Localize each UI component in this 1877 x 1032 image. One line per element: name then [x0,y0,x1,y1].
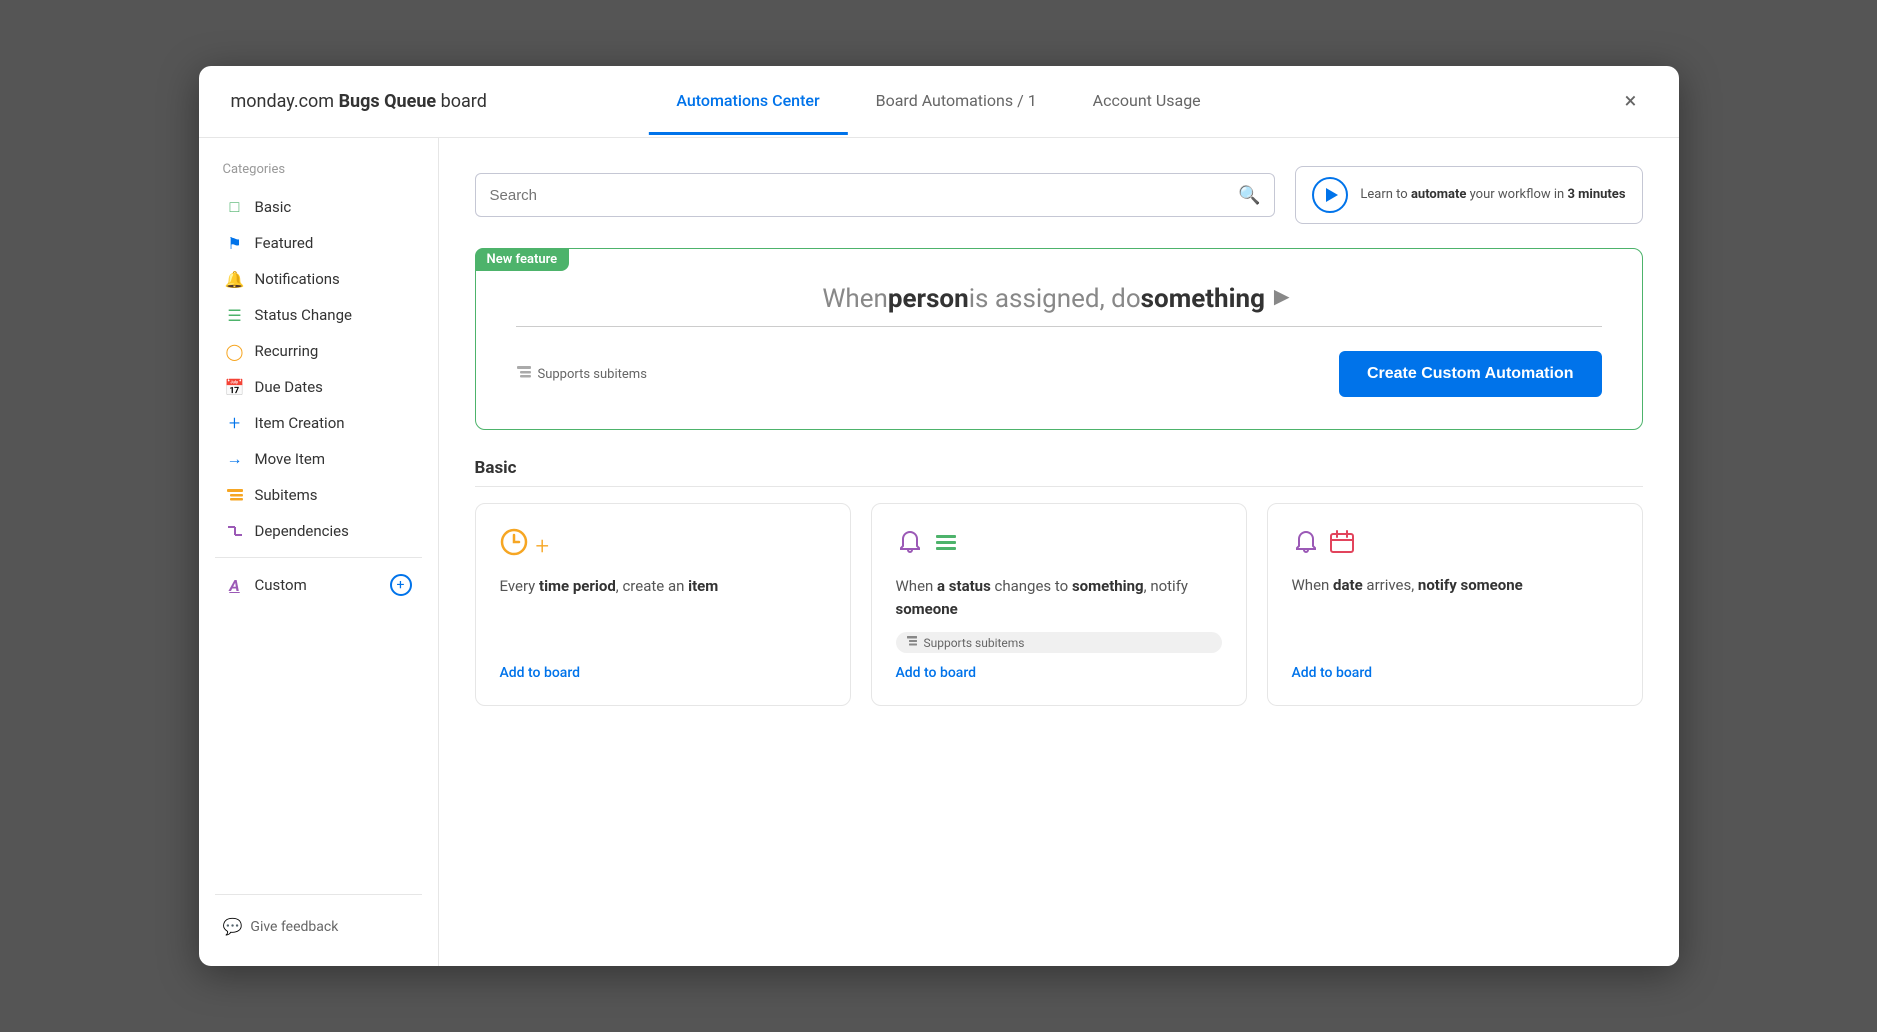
add-custom-button[interactable]: + [390,574,412,596]
search-input[interactable] [490,187,1238,204]
close-button[interactable]: × [1615,86,1647,118]
custom-automation-card: New feature When person is assigned, do … [475,248,1643,430]
sidebar-label-subitems: Subitems [255,486,318,504]
cursor-icon: ► [1269,281,1295,312]
underline-a-icon: A [225,575,245,595]
dependencies-icon [225,521,245,541]
plus-icon: + [536,532,550,560]
custom-card-body: When person is assigned, do something ► [516,281,1602,397]
sidebar-item-dependencies[interactable]: Dependencies [215,513,422,549]
sidebar-item-status-change[interactable]: ☰ Status Change [215,297,422,333]
card-3-text: When date arrives, notify someone [1292,574,1618,597]
tab-account-usage[interactable]: Account Usage [1065,69,1229,135]
sidebar-label-basic: Basic [255,198,292,216]
card-2-text: When a status changes to something, noti… [896,575,1222,620]
sidebar-item-notifications[interactable]: 🔔 Notifications [215,261,422,297]
bell-icon-3 [1292,528,1320,562]
search-box[interactable]: 🔍 [475,173,1276,217]
bell-icon: 🔔 [225,269,245,289]
bookmark-icon: ⚑ [225,233,245,253]
card-3-icons [1292,528,1618,562]
cube-icon: □ [225,197,245,217]
create-custom-automation-button[interactable]: Create Custom Automation [1339,351,1602,397]
sidebar-item-due-dates[interactable]: 📅 Due Dates [215,369,422,405]
automation-card-3[interactable]: When date arrives, notify someone Add to… [1267,503,1643,706]
tab-board-automations[interactable]: Board Automations / 1 [848,69,1065,135]
sidebar-item-item-creation[interactable]: + Item Creation [215,405,422,441]
custom-automation-sentence: When person is assigned, do something ► [516,281,1602,327]
calendar-icon-3 [1328,528,1356,562]
sidebar-label-notifications: Notifications [255,270,340,288]
sidebar-item-basic[interactable]: □ Basic [215,189,422,225]
sidebar-label-item-creation: Item Creation [255,414,345,432]
video-card[interactable]: Learn to automate your workflow in 3 min… [1295,166,1642,224]
sidebar-item-custom[interactable]: A Custom + [215,566,422,604]
automation-card-1[interactable]: + Every time period, create an item Add … [475,503,851,706]
window-title: monday.com Bugs Queue board [231,91,487,112]
give-feedback-button[interactable]: 💬 Give feedback [215,911,422,942]
card-2-tag: Supports subitems [896,632,1222,653]
plus-icon: + [225,413,245,433]
automation-card-2[interactable]: When a status changes to something, noti… [871,503,1247,706]
subitems-indicator-icon [516,364,532,384]
sidebar-item-recurring[interactable]: ◯ Recurring [215,333,422,369]
arrow-right-icon: → [225,449,245,469]
play-icon [1326,188,1338,202]
subitems-icon [225,485,245,505]
tab-automations-center[interactable]: Automations Center [648,69,847,135]
sidebar-item-subitems[interactable]: Subitems [215,477,422,513]
list-icon: ☰ [225,305,245,325]
sidebar-label-dependencies: Dependencies [255,522,349,540]
supports-subitems-label: Supports subitems [516,364,647,384]
subitems-icon-small [906,635,918,650]
card-2-icons [896,528,1222,563]
main-content: 🔍 Learn to automate your workflow in 3 m… [439,138,1679,966]
speech-bubble-icon: 💬 [223,917,243,936]
basic-section-heading: Basic [475,458,1643,487]
sidebar-item-move-item[interactable]: → Move Item [215,441,422,477]
automation-cards-grid: + Every time period, create an item Add … [475,503,1643,706]
video-text: Learn to automate your workflow in 3 min… [1360,185,1625,205]
top-bar: 🔍 Learn to automate your workflow in 3 m… [475,166,1643,224]
list-icon [932,528,960,563]
custom-card-footer: Supports subitems Create Custom Automati… [516,351,1602,397]
play-button[interactable] [1312,177,1348,213]
sidebar-label-custom: Custom [255,576,307,594]
header: monday.com Bugs Queue board Automations … [199,66,1679,138]
sidebar-label-recurring: Recurring [255,342,319,360]
main-window: monday.com Bugs Queue board Automations … [199,66,1679,966]
add-to-board-3[interactable]: Add to board [1292,665,1618,681]
header-tabs: Automations Center Board Automations / 1… [648,69,1228,135]
new-feature-badge: New feature [475,248,570,271]
clock-icon [500,528,528,563]
calendar-icon: 📅 [225,377,245,397]
sidebar-footer: 💬 Give feedback [215,894,422,942]
sidebar-label-due-dates: Due Dates [255,378,323,396]
add-to-board-1[interactable]: Add to board [500,665,826,681]
body: Categories □ Basic ⚑ Featured 🔔 Notifica… [199,138,1679,966]
card-1-text: Every time period, create an item [500,575,826,598]
search-icon: 🔍 [1238,185,1260,206]
bell-icon [896,528,924,563]
sidebar-label-featured: Featured [255,234,314,252]
sidebar-item-featured[interactable]: ⚑ Featured [215,225,422,261]
give-feedback-label: Give feedback [250,919,338,935]
sidebar-label-move-item: Move Item [255,450,325,468]
sidebar-label-status-change: Status Change [255,306,352,324]
add-to-board-2[interactable]: Add to board [896,665,1222,681]
sidebar-divider [215,557,422,558]
clock-icon: ◯ [225,341,245,361]
sidebar: Categories □ Basic ⚑ Featured 🔔 Notifica… [199,138,439,966]
categories-label: Categories [215,162,422,177]
card-1-icons: + [500,528,826,563]
